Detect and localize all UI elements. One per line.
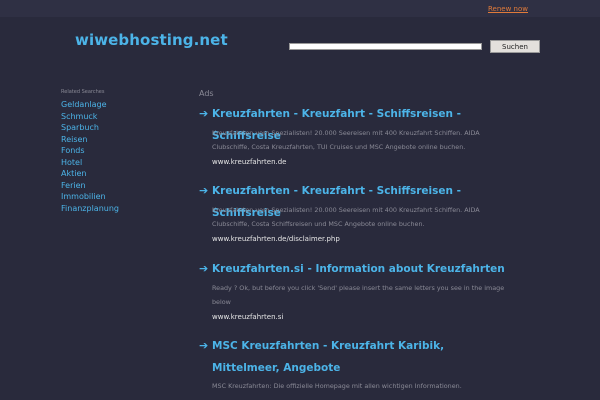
ad-title-link[interactable]: Kreuzfahrten.si - Information about Kreu… <box>212 258 512 280</box>
ad-description: Ready ? Ok, but before you click 'Send' … <box>212 284 505 306</box>
ad-description: MSC Kreuzfahrten: Die offizielle Homepag… <box>212 382 462 390</box>
ad-url-link[interactable]: www.kreuzfahrten.de <box>212 158 286 166</box>
sidebar-item-fonds[interactable]: Fonds <box>61 145 181 157</box>
sidebar-item-immobilien[interactable]: Immobilien <box>61 191 181 203</box>
sidebar-item-geldanlage[interactable]: Geldanlage <box>61 99 181 111</box>
arrow-right-icon: ➔ <box>199 184 209 197</box>
sidebar-item-sparbuch[interactable]: Sparbuch <box>61 122 181 134</box>
ad-url-link[interactable]: www.kreuzfahrten.de/disclaimer.php <box>212 235 340 243</box>
ad-description: Kreuzfahrten vom Spezialisten! 20.000 Se… <box>212 206 480 228</box>
sidebar-item-ferien[interactable]: Ferien <box>61 180 181 192</box>
sidebar-item-hotel[interactable]: Hotel <box>61 157 181 169</box>
site-logo[interactable]: wiwebhosting.net <box>75 31 228 49</box>
arrow-right-icon: ➔ <box>199 339 209 352</box>
ad-title-link[interactable]: MSC Kreuzfahrten - Kreuzfahrt Karibik, M… <box>212 335 512 379</box>
sidebar-item-reisen[interactable]: Reisen <box>61 134 181 146</box>
related-searches-title: Related Searches <box>61 89 105 95</box>
arrow-right-icon: ➔ <box>199 107 209 120</box>
renew-now-link[interactable]: Renew now <box>488 5 528 13</box>
arrow-right-icon: ➔ <box>199 262 209 275</box>
related-searches: Related Searches Geldanlage Schmuck Spar… <box>61 89 181 214</box>
search-input[interactable] <box>289 43 482 50</box>
sidebar-item-aktien[interactable]: Aktien <box>61 168 181 180</box>
search-button[interactable]: Suchen <box>490 40 540 53</box>
ad-description: Kreuzfahrten vom Spezialisten! 20.000 Se… <box>212 129 480 151</box>
sidebar-item-finanzplanung[interactable]: Finanzplanung <box>61 203 181 215</box>
sidebar-item-schmuck[interactable]: Schmuck <box>61 111 181 123</box>
ads-label: Ads <box>199 89 214 98</box>
ad-url-link[interactable]: www.kreuzfahrten.si <box>212 313 283 321</box>
